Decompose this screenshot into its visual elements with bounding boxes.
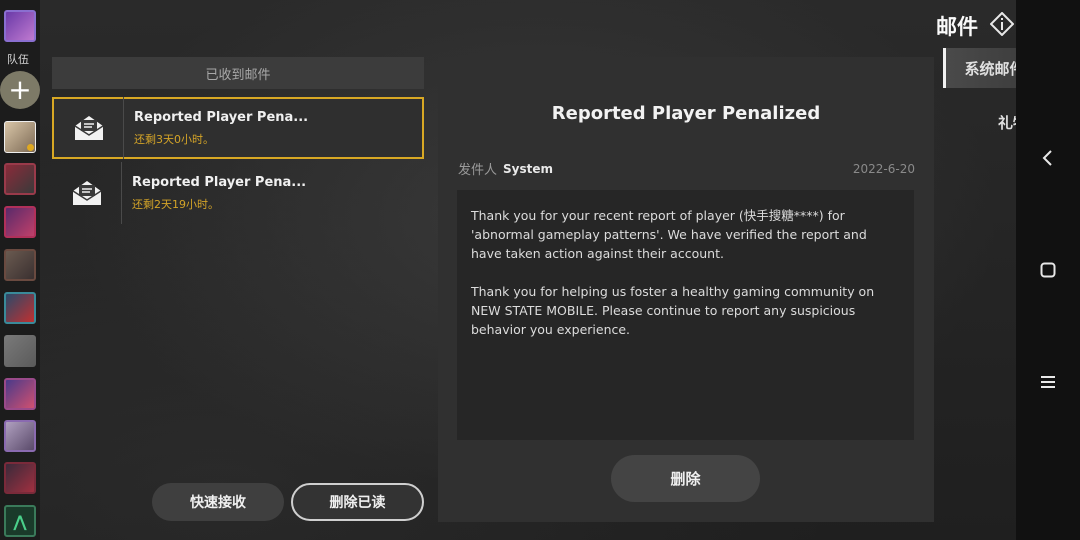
info-diamond-icon[interactable] bbox=[989, 11, 1015, 37]
avatar-leader[interactable] bbox=[4, 10, 36, 42]
avatar[interactable] bbox=[4, 163, 36, 195]
avatar[interactable] bbox=[4, 249, 36, 281]
team-label: 队伍 bbox=[7, 53, 29, 66]
back-icon[interactable] bbox=[1034, 144, 1062, 172]
avatar[interactable] bbox=[4, 335, 36, 367]
envelope-icon bbox=[52, 162, 122, 224]
avatar[interactable] bbox=[4, 292, 36, 324]
mail-time-left: 还剩2天19小时。 bbox=[132, 197, 219, 211]
envelope-icon bbox=[54, 97, 124, 159]
mail-date: 2022-6-20 bbox=[852, 161, 915, 176]
mail-item[interactable]: Reported Player Pena... 还剩3天0小时。 bbox=[52, 97, 424, 159]
mail-detail-title: Reported Player Penalized bbox=[551, 103, 821, 124]
team-rail: 队伍 + ⋀ bbox=[0, 0, 40, 540]
mail-time-left: 还剩3天0小时。 bbox=[134, 132, 214, 146]
delete-read-button[interactable]: 删除已读 bbox=[291, 483, 424, 521]
mail-list-panel: 已收到邮件 Reported Player Pena... 还剩3天0小时。 R… bbox=[52, 57, 424, 522]
sender-name: System bbox=[503, 161, 554, 176]
avatar[interactable] bbox=[4, 378, 36, 410]
avatar[interactable] bbox=[4, 121, 36, 153]
mail-body: Thank you for your recent report of play… bbox=[457, 190, 914, 440]
received-mail-header: 已收到邮件 bbox=[52, 57, 424, 89]
quick-receive-button[interactable]: 快速接收 bbox=[152, 483, 284, 521]
sender-row: 发件人 System 2022-6-20 bbox=[458, 159, 915, 179]
avatar[interactable] bbox=[4, 462, 36, 494]
mail-body-paragraph: Thank you for helping us foster a health… bbox=[471, 284, 875, 337]
delete-mail-button[interactable]: 删除 bbox=[611, 455, 760, 502]
mail-body-paragraph: Thank you for your recent report of play… bbox=[471, 208, 867, 261]
online-dot bbox=[27, 144, 34, 151]
plus-icon: + bbox=[8, 73, 32, 106]
avatar[interactable]: ⋀ bbox=[4, 505, 36, 537]
mail-item[interactable]: Reported Player Pena... 还剩2天19小时。 bbox=[52, 162, 424, 224]
avatar[interactable] bbox=[4, 420, 36, 452]
add-member-button[interactable]: + bbox=[0, 71, 40, 109]
mail-detail-panel: Reported Player Penalized 发件人 System 202… bbox=[438, 57, 934, 522]
menu-lines-icon[interactable] bbox=[1034, 368, 1062, 396]
page-title: 邮件 bbox=[936, 15, 978, 39]
home-square-icon[interactable] bbox=[1034, 256, 1062, 284]
mail-title: Reported Player Pena... bbox=[134, 109, 309, 125]
avatar[interactable] bbox=[4, 206, 36, 238]
mail-title: Reported Player Pena... bbox=[132, 174, 307, 190]
sender-label: 发件人 bbox=[458, 163, 498, 178]
system-nav-bar bbox=[1016, 0, 1080, 540]
